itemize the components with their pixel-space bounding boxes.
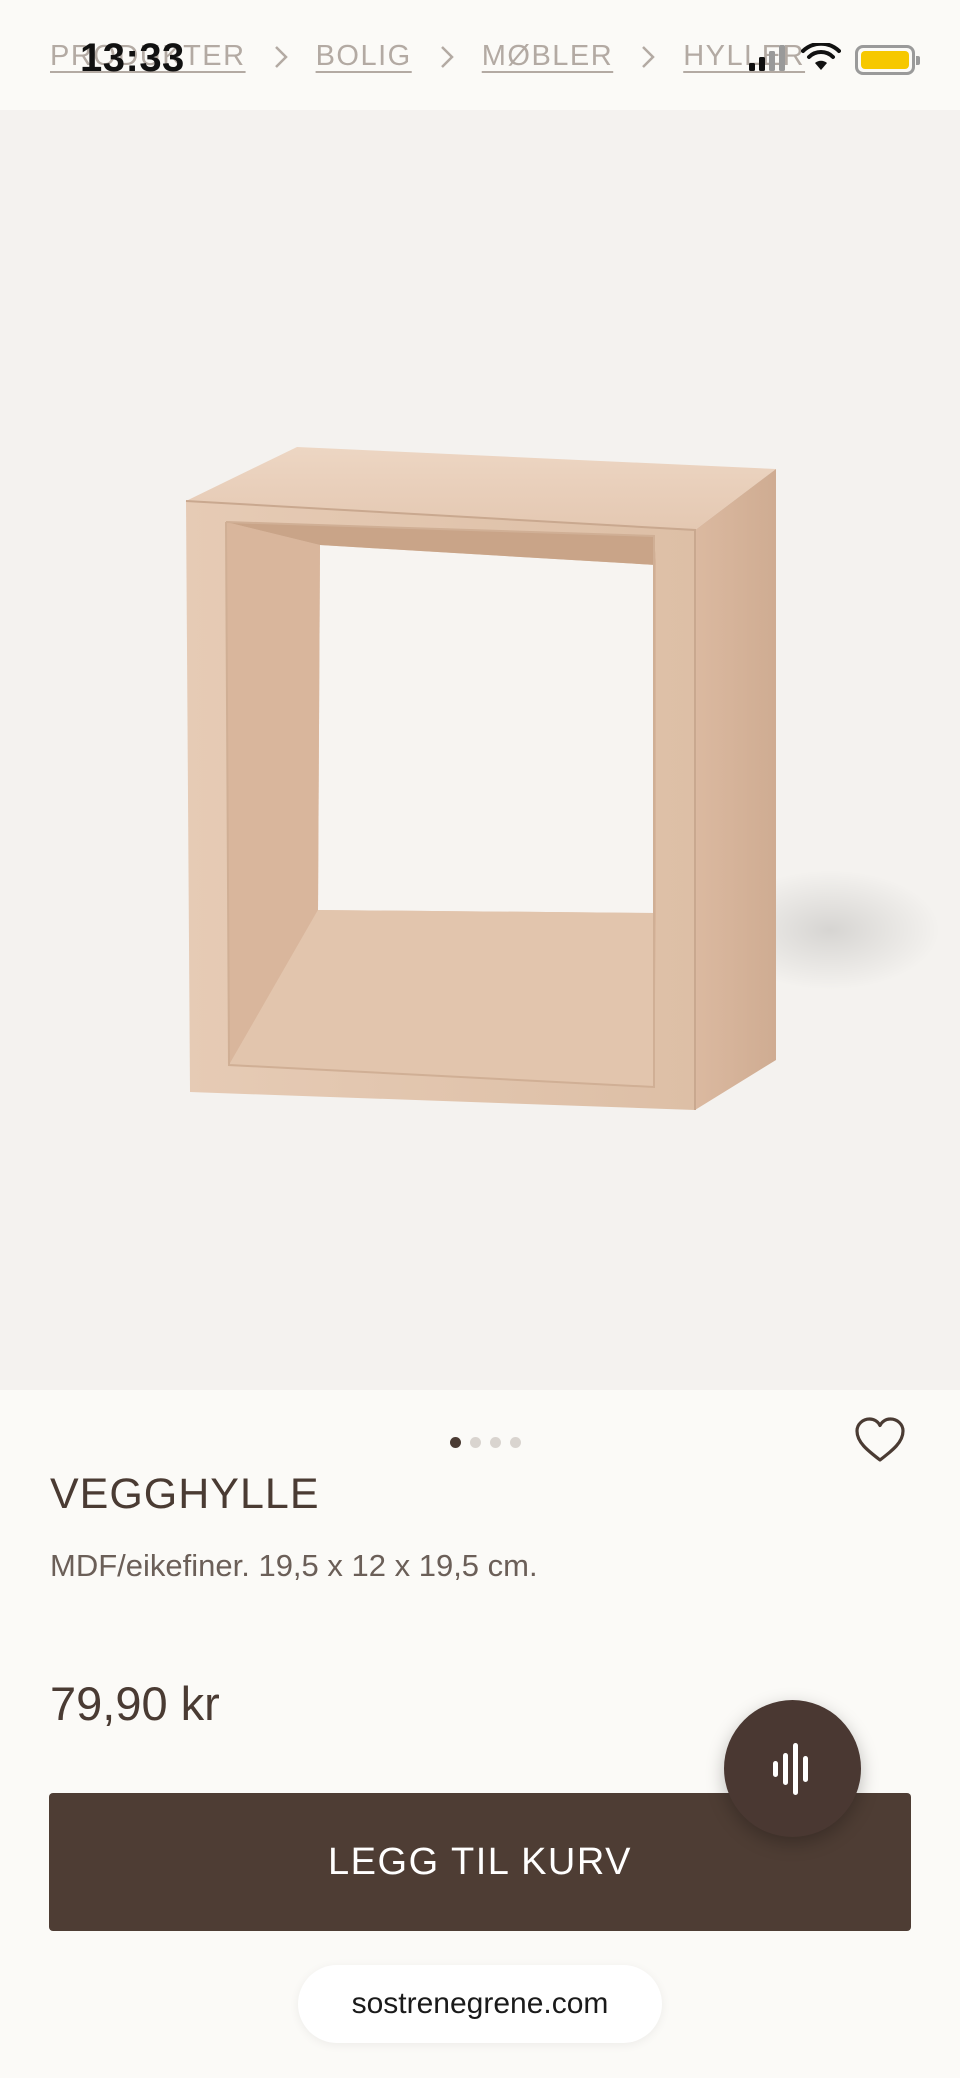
carousel-dot[interactable] bbox=[470, 1437, 481, 1448]
audio-waveform-icon bbox=[772, 1742, 808, 1795]
chevron-right-icon bbox=[246, 39, 316, 73]
product-price: 79,90 kr bbox=[50, 1677, 220, 1730]
voice-assistant-button[interactable] bbox=[724, 1700, 861, 1837]
wall-shelf-illustration bbox=[185, 447, 940, 1110]
battery-icon bbox=[855, 45, 920, 75]
wifi-icon bbox=[801, 41, 841, 78]
product-page: PRODUKTER BOLIG MØBLER HYLLER 13:33 VEGG… bbox=[0, 0, 960, 2078]
chevron-right-icon bbox=[412, 39, 482, 73]
battery-level bbox=[861, 51, 909, 69]
carousel-dot[interactable] bbox=[510, 1437, 521, 1448]
carousel-indicator bbox=[450, 1437, 521, 1448]
breadcrumb-item-mobler[interactable]: MØBLER bbox=[482, 40, 613, 73]
cellular-signal-icon bbox=[747, 43, 787, 78]
carousel-dot[interactable] bbox=[490, 1437, 501, 1448]
heart-icon bbox=[855, 1417, 905, 1462]
carousel-dot[interactable] bbox=[450, 1437, 461, 1448]
browser-url-bar[interactable]: sostrenegrene.com bbox=[298, 1965, 662, 2043]
status-icons bbox=[747, 40, 920, 80]
top-bar: PRODUKTER BOLIG MØBLER HYLLER 13:33 bbox=[0, 0, 960, 110]
status-time: 13:33 bbox=[80, 36, 185, 80]
breadcrumb-item-bolig[interactable]: BOLIG bbox=[316, 40, 412, 73]
product-title: VEGGHYLLE bbox=[50, 1470, 320, 1518]
product-image[interactable] bbox=[0, 110, 960, 1390]
product-description: MDF/eikefiner. 19,5 x 12 x 19,5 cm. bbox=[50, 1548, 538, 1583]
favorite-button[interactable] bbox=[850, 1412, 910, 1468]
chevron-right-icon bbox=[613, 39, 683, 73]
